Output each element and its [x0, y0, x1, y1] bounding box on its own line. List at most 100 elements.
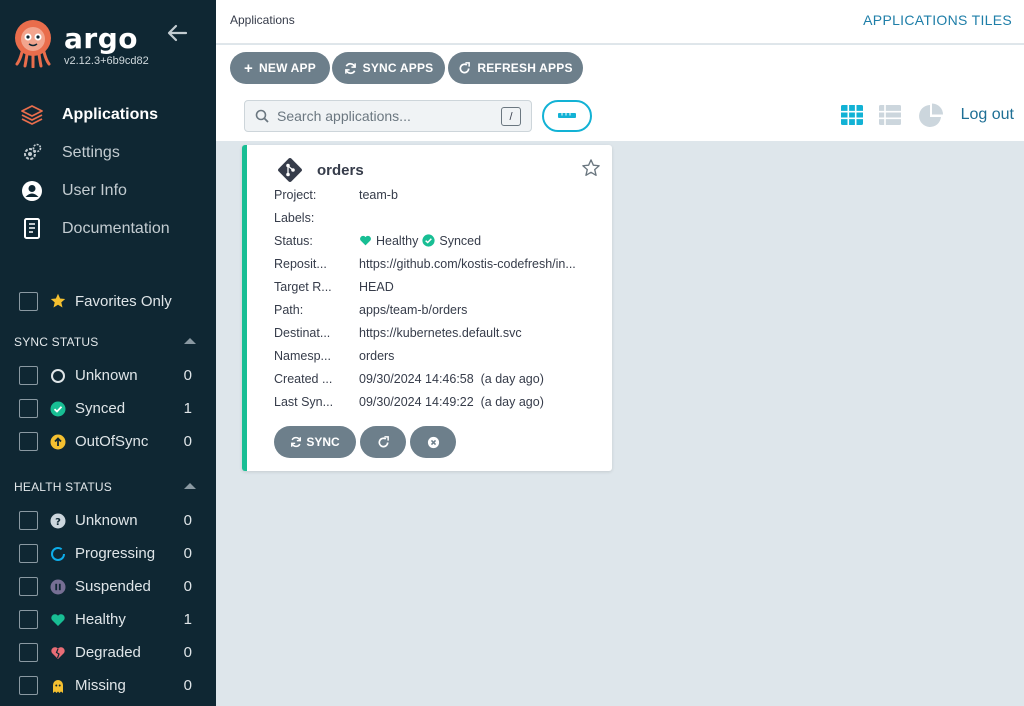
book-icon — [20, 217, 44, 241]
favorites-label: Favorites Only — [75, 292, 172, 310]
list-view-icon[interactable] — [878, 104, 902, 126]
collapse-arrow-icon[interactable] — [166, 22, 188, 44]
checkbox[interactable] — [19, 366, 38, 385]
filter-label: Progressing — [75, 545, 156, 562]
breadcrumb[interactable]: Applications — [230, 13, 295, 27]
filter-health-unknown[interactable]: ? Unknown 0 — [0, 504, 216, 537]
sync-status-title[interactable]: SYNC STATUS — [0, 325, 216, 359]
pie-chart-view-icon[interactable] — [918, 103, 944, 129]
user-circle-icon — [20, 179, 44, 203]
check-circle-icon — [50, 401, 66, 417]
sidebar-item-documentation[interactable]: Documentation — [0, 210, 216, 248]
circle-outline-icon — [50, 368, 66, 384]
checkbox[interactable] — [19, 610, 38, 629]
page-title: APPLICATIONS TILES — [863, 12, 1012, 28]
logout-link[interactable]: Log out — [961, 106, 1014, 124]
filter-label: Suspended — [75, 578, 151, 595]
top-bar: Applications APPLICATIONS TILES — [216, 0, 1024, 44]
section-title-text: HEALTH STATUS — [14, 480, 112, 494]
filter-count: 1 — [183, 611, 192, 628]
filter-bar-icon — [558, 113, 576, 118]
refresh-icon — [459, 61, 471, 73]
checkbox[interactable] — [19, 577, 38, 596]
app-tile[interactable]: orders Project: team-b Labels: Status: H… — [242, 145, 612, 471]
detail-value: HEAD — [359, 279, 394, 294]
sidebar-item-label: User Info — [62, 182, 127, 199]
detail-key: Created ... — [274, 371, 333, 386]
svg-text:?: ? — [55, 517, 61, 528]
checkbox[interactable] — [19, 432, 38, 451]
brand-name: argo — [64, 22, 138, 55]
health-status-title[interactable]: HEALTH STATUS — [0, 470, 216, 504]
detail-row-labels: Labels: — [274, 206, 604, 229]
app-sync-button[interactable]: SYNC — [274, 426, 356, 458]
filter-health-suspended[interactable]: Suspended 0 — [0, 570, 216, 603]
filter-sync-synced[interactable]: Synced 1 — [0, 392, 216, 425]
app-delete-button[interactable] — [410, 426, 456, 458]
filters-panel: Favorites Only SYNC STATUS Unknown 0 Syn… — [0, 288, 216, 702]
section-title-text: SYNC STATUS — [14, 335, 99, 349]
collapse-triangle-icon[interactable] — [184, 338, 196, 344]
sidebar-item-applications[interactable]: Applications — [0, 96, 216, 134]
filter-sync-outofsync[interactable]: OutOfSync 0 — [0, 425, 216, 458]
checkbox[interactable] — [19, 676, 38, 695]
detail-key: Destinat... — [274, 325, 331, 340]
detail-value: 09/30/2024 14:49:22 (a day ago) — [359, 394, 544, 409]
filter-count: 0 — [183, 433, 192, 450]
detail-value: apps/team-b/orders — [359, 302, 468, 317]
detail-value: 09/30/2024 14:46:58 (a day ago) — [359, 371, 544, 386]
filter-health-missing[interactable]: Missing 0 — [0, 669, 216, 702]
app-refresh-button[interactable] — [360, 426, 406, 458]
button-label: NEW APP — [259, 61, 316, 75]
sync-apps-button[interactable]: SYNC APPS — [332, 52, 445, 84]
detail-value: team-b — [359, 187, 398, 202]
detail-key: Labels: — [274, 210, 315, 225]
heart-icon — [360, 235, 371, 246]
progress-circle-icon — [50, 546, 66, 562]
refresh-apps-button[interactable]: REFRESH APPS — [448, 52, 583, 84]
version-label: v2.12.3+6b9cd82 — [64, 55, 149, 67]
argo-octopus-logo[interactable] — [12, 18, 54, 68]
favorites-filter[interactable]: Favorites Only — [0, 288, 216, 314]
question-circle-icon: ? — [50, 513, 66, 529]
filter-health-progressing[interactable]: Progressing 0 — [0, 537, 216, 570]
filter-label: Missing — [75, 677, 126, 694]
sidebar-item-label: Settings — [62, 144, 120, 161]
filter-health-degraded[interactable]: Degraded 0 — [0, 636, 216, 669]
search-shortcut-key: / — [501, 107, 521, 126]
collapse-triangle-icon[interactable] — [184, 483, 196, 489]
search-box[interactable]: / — [244, 100, 532, 132]
filter-count: 1 — [183, 400, 192, 417]
filter-count: 0 — [183, 578, 192, 595]
new-app-button[interactable]: + NEW APP — [230, 52, 330, 84]
detail-row-destination: Destinat... https://kubernetes.default.s… — [274, 321, 604, 344]
detail-row-status: Status: Healthy Synced — [274, 229, 604, 252]
sidebar-item-user-info[interactable]: User Info — [0, 172, 216, 210]
checkbox[interactable] — [19, 544, 38, 563]
detail-row-created: Created ... 09/30/2024 14:46:58 (a day a… — [274, 367, 604, 390]
filter-label: Healthy — [75, 611, 126, 628]
app-name[interactable]: orders — [317, 162, 364, 179]
arrow-up-circle-icon — [50, 434, 66, 450]
sidebar-item-settings[interactable]: Settings — [0, 134, 216, 172]
detail-key: Target R... — [274, 279, 332, 294]
search-input[interactable] — [277, 108, 497, 124]
tiles-view-icon[interactable] — [840, 104, 864, 126]
checkbox[interactable] — [19, 399, 38, 418]
toolbar: + NEW APP SYNC APPS REFRESH APPS / Log o… — [216, 45, 1024, 141]
checkbox[interactable] — [19, 511, 38, 530]
detail-key: Path: — [274, 302, 304, 317]
ghost-icon — [50, 678, 66, 694]
filter-sync-unknown[interactable]: Unknown 0 — [0, 359, 216, 392]
detail-value: https://github.com/kostis-codefresh/in..… — [359, 256, 576, 271]
favorite-star-icon[interactable] — [582, 159, 600, 177]
sync-icon — [291, 436, 302, 448]
filter-health-healthy[interactable]: Healthy 1 — [0, 603, 216, 636]
close-circle-icon — [427, 436, 439, 448]
button-label: REFRESH APPS — [477, 61, 573, 75]
detail-row-project: Project: team-b — [274, 183, 604, 206]
favorites-checkbox[interactable] — [19, 291, 38, 311]
checkbox[interactable] — [19, 643, 38, 662]
filter-toggle-button[interactable] — [542, 100, 592, 132]
heart-icon — [50, 612, 66, 628]
